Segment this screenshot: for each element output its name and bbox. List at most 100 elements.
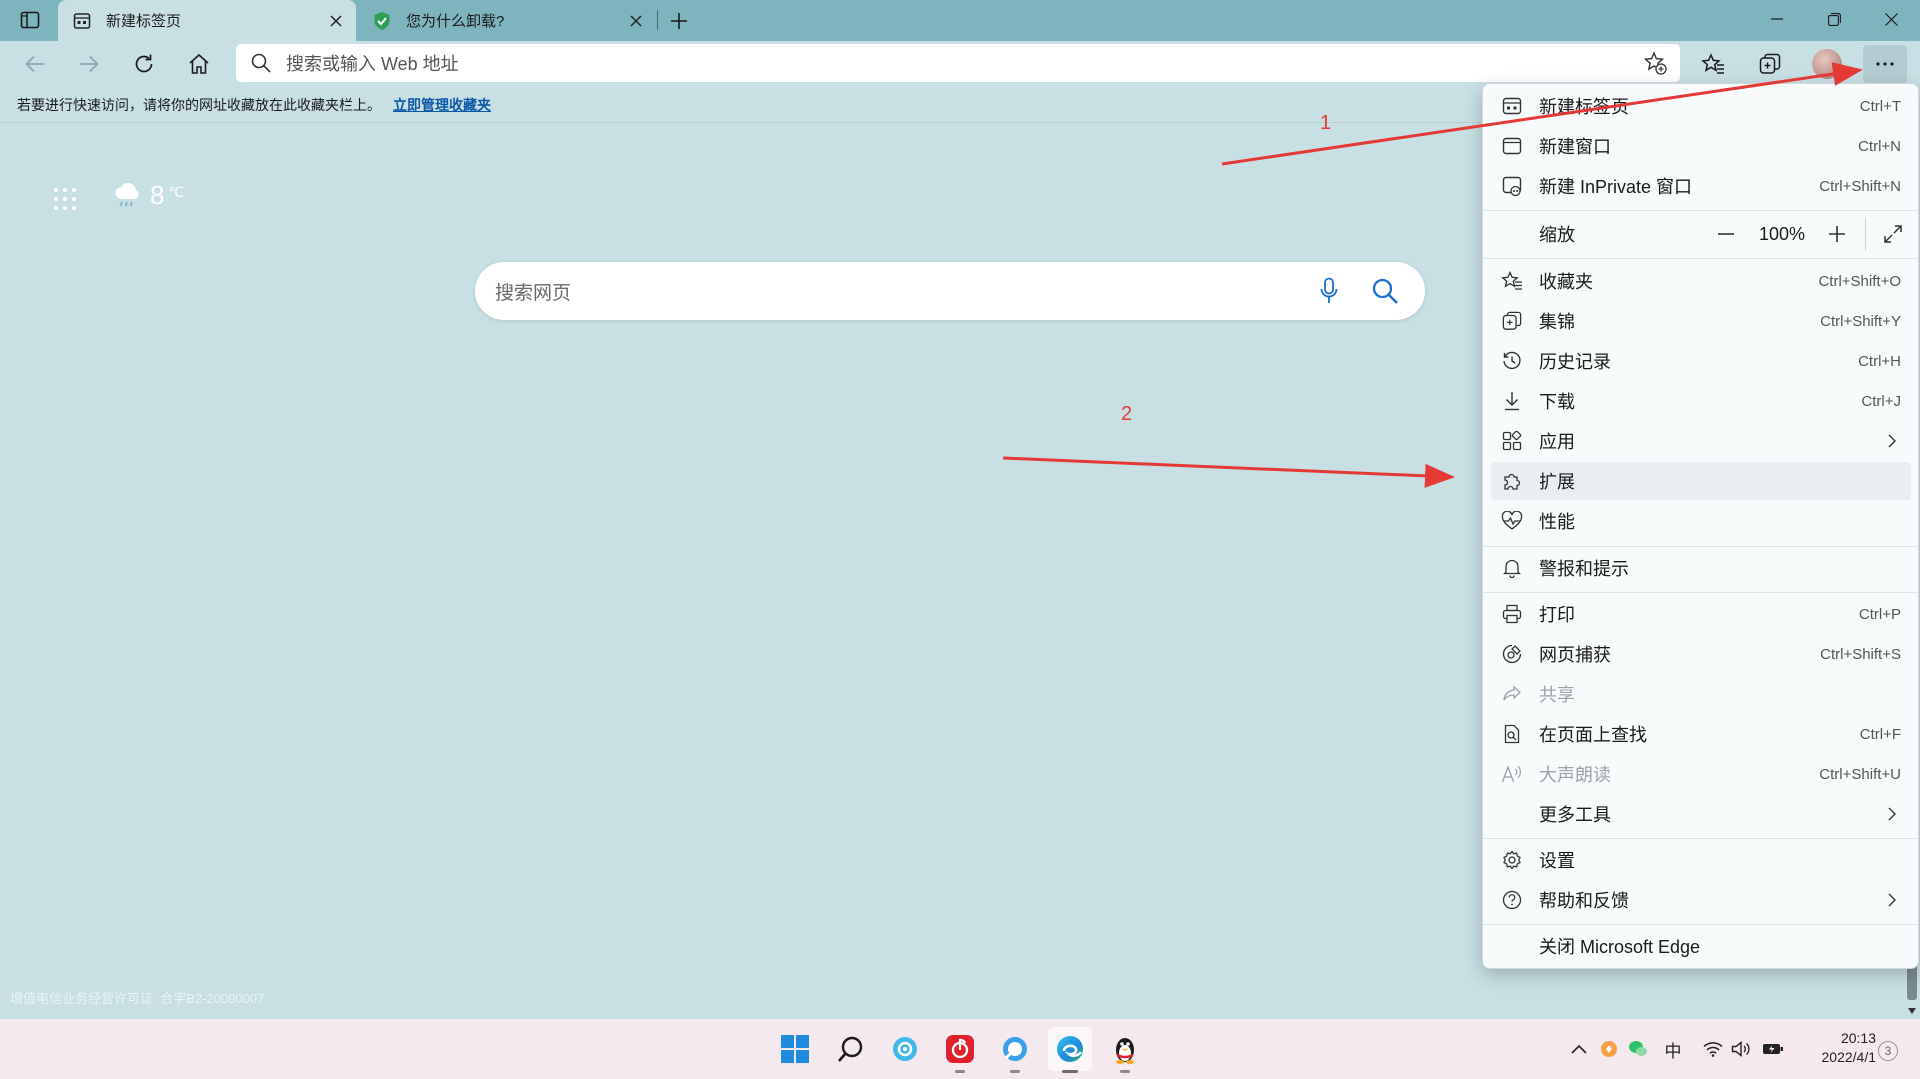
taskbar-app-1[interactable]	[883, 1027, 927, 1071]
cloud-rain-icon	[112, 182, 142, 209]
tab-divider	[657, 10, 658, 30]
profile-avatar[interactable]	[1812, 49, 1842, 79]
favorites-button[interactable]	[1695, 46, 1731, 82]
start-button[interactable]	[773, 1027, 817, 1071]
menu-item-downloads[interactable]: 下载 Ctrl+J	[1491, 382, 1911, 420]
menu-item-label: 共享	[1539, 685, 1575, 705]
taskbar-clock[interactable]: 20:13 2022/4/1	[1796, 1029, 1877, 1067]
zoom-divider	[1865, 217, 1866, 251]
menu-item-history[interactable]: 历史记录 Ctrl+H	[1491, 342, 1911, 380]
menu-item-shortcut: Ctrl+T	[1859, 97, 1901, 115]
tray-volume[interactable]	[1728, 1034, 1754, 1064]
menu-item-alerts[interactable]: 警报和提示	[1491, 549, 1911, 587]
input-method-indicator[interactable]: 中	[1660, 1034, 1686, 1064]
menu-item-collections[interactable]: 集锦 Ctrl+Shift+Y	[1491, 302, 1911, 340]
settings-and-more-button[interactable]	[1863, 45, 1907, 83]
menu-item-help-feedback[interactable]: 帮助和反馈	[1491, 881, 1911, 919]
tab-new-tab[interactable]: 新建标签页	[58, 0, 356, 41]
tray-wechat[interactable]	[1626, 1034, 1650, 1064]
minimize-button[interactable]	[1749, 0, 1805, 38]
fullscreen-button[interactable]	[1875, 216, 1911, 252]
settings-and-more-menu: 新建标签页 Ctrl+T 新建窗口 Ctrl+N 新建 InPrivate 窗口…	[1482, 83, 1919, 969]
menu-item-performance[interactable]: 性能	[1491, 502, 1911, 540]
tab-close-button[interactable]	[622, 7, 650, 35]
tab-uninstall-survey[interactable]: 您为什么卸载?	[358, 0, 656, 41]
address-bar[interactable]: 搜索或输入 Web 地址	[236, 44, 1680, 82]
restore-button[interactable]	[1806, 0, 1862, 38]
close-window-button[interactable]	[1863, 0, 1919, 38]
menu-item-extensions[interactable]: 扩展	[1491, 462, 1911, 500]
download-icon	[1499, 388, 1525, 414]
collections-button[interactable]	[1752, 46, 1788, 82]
more-tools-spacer	[1499, 801, 1525, 827]
menu-item-find-on-page[interactable]: 在页面上查找 Ctrl+F	[1491, 715, 1911, 753]
license-footer: 增值电信业务经营许可证: 合字B2-20090007	[10, 991, 265, 1006]
taskbar-edge[interactable]	[1048, 1027, 1092, 1073]
close-edge-spacer	[1499, 933, 1525, 959]
edge-browser-icon	[1055, 1034, 1085, 1064]
windows-logo-icon	[780, 1034, 810, 1064]
speaker-icon	[1731, 1041, 1751, 1057]
tray-network[interactable]	[1700, 1034, 1726, 1064]
menu-item-settings[interactable]: 设置	[1491, 841, 1911, 879]
apps-icon	[1499, 428, 1525, 454]
menu-item-shortcut: Ctrl+Shift+S	[1820, 645, 1901, 663]
add-favorite-button[interactable]	[1638, 46, 1672, 80]
menu-item-label: 扩展	[1539, 472, 1575, 492]
menu-item-web-capture[interactable]: 网页捕获 Ctrl+Shift+S	[1491, 635, 1911, 673]
menu-item-shortcut: Ctrl+N	[1858, 137, 1901, 155]
taskbar-search-button[interactable]	[829, 1027, 873, 1071]
taskbar-netease-music[interactable]	[938, 1027, 982, 1073]
chevron-right-icon	[1881, 430, 1903, 452]
menu-item-apps[interactable]: 应用	[1491, 422, 1911, 460]
menu-item-new-tab[interactable]: 新建标签页 Ctrl+T	[1491, 87, 1911, 125]
new-tab-page-icon	[72, 11, 92, 31]
find-in-page-icon	[1499, 721, 1525, 747]
menu-item-favorites[interactable]: 收藏夹 Ctrl+Shift+O	[1491, 262, 1911, 300]
menu-item-label: 更多工具	[1539, 805, 1611, 825]
menu-item-read-aloud: 大声朗读 Ctrl+Shift+U	[1491, 755, 1911, 793]
weather-widget[interactable]: 8 ℃	[112, 180, 184, 211]
help-question-icon	[1499, 887, 1525, 913]
zoom-in-button[interactable]	[1819, 216, 1855, 252]
tray-overflow-button[interactable]	[1568, 1034, 1590, 1064]
collections-icon	[1759, 53, 1781, 75]
collections-icon	[1499, 308, 1525, 334]
tab-title: 新建标签页	[106, 13, 182, 30]
tray-battery[interactable]	[1758, 1034, 1788, 1064]
app-launcher-button[interactable]	[52, 186, 78, 212]
forward-button[interactable]	[71, 46, 107, 82]
voice-search-button[interactable]	[1309, 271, 1349, 311]
new-tab-button[interactable]	[664, 6, 694, 36]
favorites-icon	[1499, 268, 1525, 294]
web-search-button[interactable]	[1365, 271, 1405, 311]
address-placeholder: 搜索或输入 Web 地址	[286, 54, 459, 74]
taskbar-qq[interactable]	[1103, 1027, 1147, 1073]
read-aloud-icon	[1499, 761, 1525, 787]
tab-close-button[interactable]	[322, 7, 350, 35]
menu-item-label: 打印	[1539, 605, 1575, 625]
back-arrow-icon	[25, 55, 45, 73]
menu-separator	[1483, 924, 1918, 925]
taskbar-app-4[interactable]	[993, 1027, 1037, 1073]
zoom-out-button[interactable]	[1708, 216, 1744, 252]
menu-separator	[1483, 210, 1918, 211]
share-icon	[1499, 681, 1525, 707]
menu-item-new-inprivate[interactable]: 新建 InPrivate 窗口 Ctrl+Shift+N	[1491, 167, 1911, 205]
manage-favorites-link[interactable]: 立即管理收藏夹	[393, 95, 491, 115]
tab-actions-button[interactable]	[14, 7, 46, 33]
web-search-box[interactable]: 搜索网页	[475, 262, 1425, 320]
navigation-toolbar: 搜索或输入 Web 地址	[0, 41, 1920, 87]
notification-center-badge[interactable]: 3	[1878, 1041, 1898, 1061]
menu-item-close-edge[interactable]: 关闭 Microsoft Edge	[1491, 927, 1911, 965]
back-button[interactable]	[17, 46, 53, 82]
star-add-icon	[1643, 51, 1667, 75]
swirl-app-icon	[890, 1034, 920, 1064]
home-button[interactable]	[181, 46, 217, 82]
menu-item-print[interactable]: 打印 Ctrl+P	[1491, 595, 1911, 633]
wifi-icon	[1703, 1041, 1723, 1057]
menu-item-new-window[interactable]: 新建窗口 Ctrl+N	[1491, 127, 1911, 165]
menu-item-more-tools[interactable]: 更多工具	[1491, 795, 1911, 833]
tray-app-orange[interactable]	[1597, 1034, 1621, 1064]
refresh-button[interactable]	[126, 46, 162, 82]
